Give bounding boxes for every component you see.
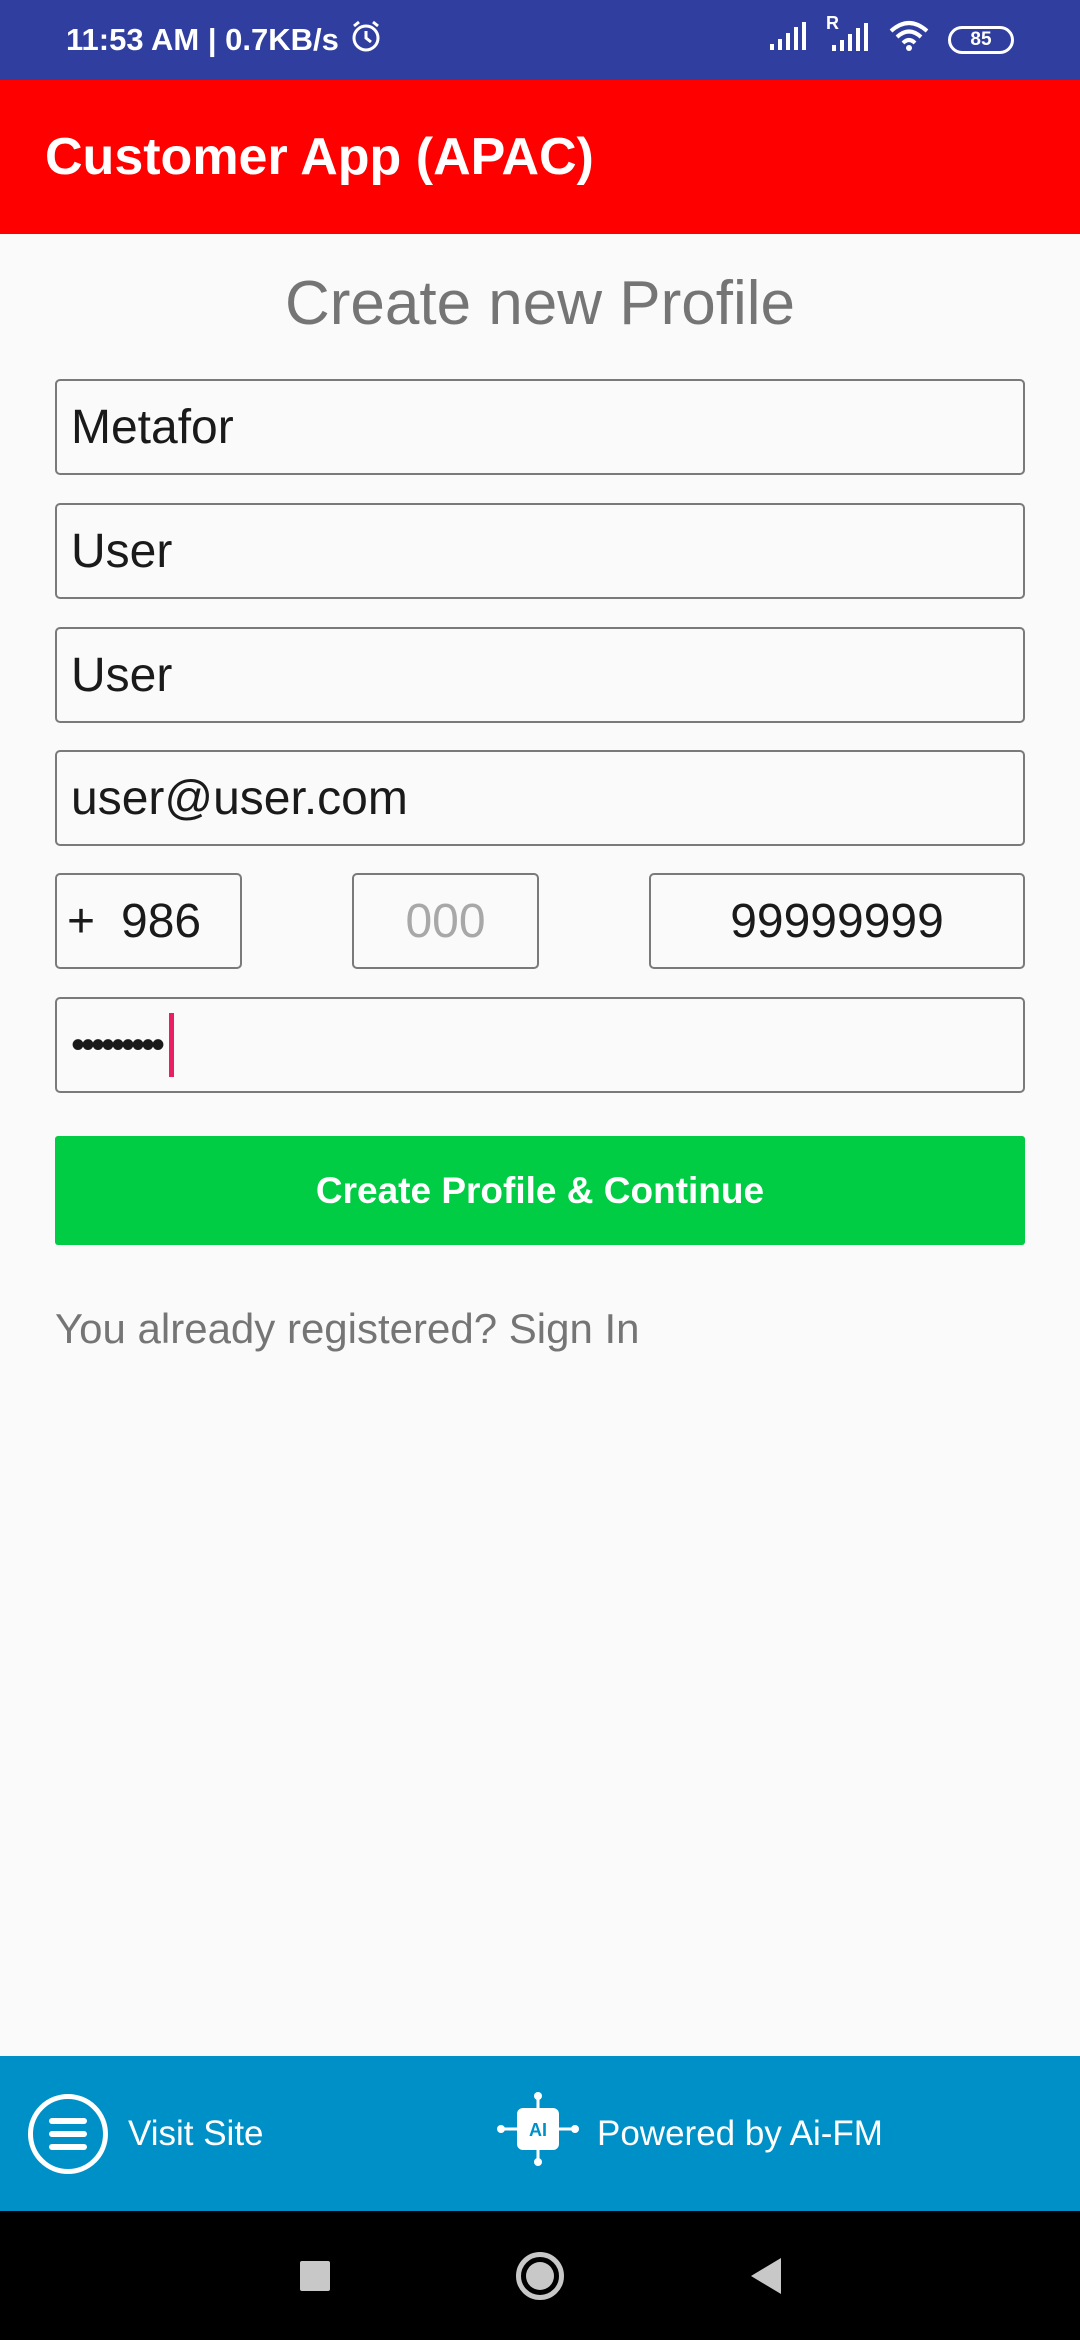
phone-number-value: 99999999	[730, 894, 944, 948]
powered-by[interactable]: AI Powered by Ai-FM	[495, 2056, 883, 2211]
system-nav-bar	[0, 2211, 1080, 2340]
battery-icon: 85	[948, 26, 1014, 54]
svg-text:AI: AI	[529, 2120, 547, 2140]
circle-icon	[516, 2251, 564, 2300]
recents-button[interactable]	[290, 2211, 340, 2340]
ai-chip-icon: AI	[495, 2092, 581, 2175]
create-profile-button[interactable]: Create Profile & Continue	[55, 1136, 1025, 1245]
status-right: R 85	[768, 13, 1014, 61]
alarm-icon	[349, 19, 383, 61]
display-name-field[interactable]: User	[55, 627, 1025, 723]
country-code-field[interactable]: + 986	[55, 873, 242, 969]
sign-in-link[interactable]: You already registered? Sign In	[55, 1305, 640, 1353]
triangle-back-icon	[751, 2257, 781, 2294]
display-name-value: User	[71, 648, 173, 702]
battery-level: 85	[970, 29, 992, 50]
area-code-field[interactable]: 000	[352, 873, 539, 969]
square-icon	[300, 2260, 330, 2291]
visit-site-button[interactable]: Visit Site	[28, 2056, 264, 2211]
status-time: 11:53 AM | 0.7KB/s	[66, 22, 339, 57]
home-button[interactable]	[510, 2211, 570, 2340]
back-button[interactable]	[740, 2211, 790, 2340]
last-name-field[interactable]: User	[55, 503, 1025, 599]
signal-roaming-icon: R	[826, 13, 870, 61]
footer: Visit Site AI Powered by Ai-FM	[0, 2056, 1080, 2211]
signal-icon	[768, 20, 808, 60]
phone-number-field[interactable]: 99999999	[649, 873, 1025, 969]
status-bar: 11:53 AM | 0.7KB/s R 85	[0, 0, 1080, 80]
app-title: Customer App (APAC)	[45, 128, 594, 186]
roaming-indicator: R	[826, 13, 839, 33]
password-field[interactable]: •••••••••	[55, 997, 1025, 1093]
visit-site-label: Visit Site	[128, 2113, 264, 2153]
menu-icon	[28, 2093, 108, 2174]
first-name-field[interactable]: Metafor	[55, 379, 1025, 475]
plus-sign: +	[67, 894, 96, 948]
powered-by-label: Powered by Ai-FM	[597, 2113, 883, 2153]
wifi-icon	[888, 20, 930, 60]
text-caret	[169, 1013, 175, 1077]
app-bar: Customer App (APAC)	[0, 80, 1080, 234]
password-mask: •••••••••	[71, 1022, 165, 1067]
area-code-placeholder: 000	[405, 894, 486, 948]
country-code-value: 986	[121, 894, 202, 948]
last-name-value: User	[71, 524, 173, 578]
email-value: user@user.com	[71, 771, 408, 825]
page-title: Create new Profile	[284, 269, 796, 338]
email-field[interactable]: user@user.com	[55, 750, 1025, 846]
status-left: 11:53 AM | 0.7KB/s	[66, 19, 383, 61]
first-name-value: Metafor	[71, 400, 234, 454]
